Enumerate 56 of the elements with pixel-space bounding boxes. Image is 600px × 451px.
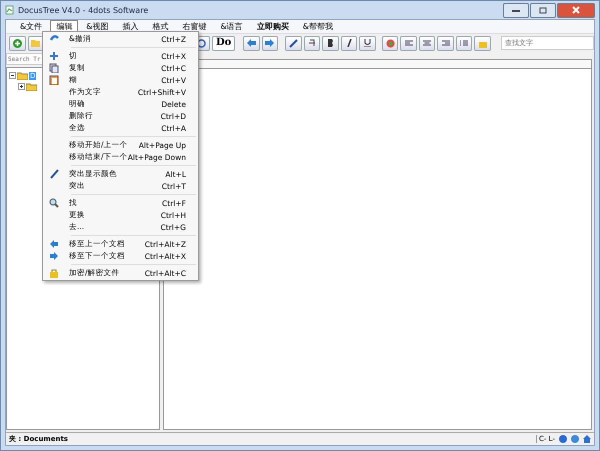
strikethrough-button[interactable] — [304, 36, 320, 50]
plus-icon — [12, 38, 22, 48]
menu-item[interactable]: 插入 — [116, 20, 144, 33]
maximize-icon — [539, 6, 547, 14]
underline-icon — [364, 39, 372, 47]
globe-icon — [571, 435, 579, 443]
copy-icon — [49, 63, 59, 73]
folder-icon — [31, 39, 40, 47]
do-button[interactable]: Do — [212, 36, 236, 50]
forward-button[interactable] — [262, 36, 278, 50]
right-arrow-icon — [265, 39, 274, 47]
window-title: DocusTree V4.0 - 4dots Software — [18, 6, 148, 14]
clipboard-icon — [49, 75, 59, 85]
collapse-toggle[interactable] — [9, 72, 16, 79]
underline-button[interactable] — [359, 36, 376, 50]
bold-button[interactable] — [322, 36, 339, 50]
align-left-button[interactable] — [400, 36, 417, 50]
list-button[interactable] — [456, 36, 472, 50]
left-arrow-icon — [246, 39, 256, 47]
close-icon — [572, 6, 580, 14]
menu-item[interactable]: &帮帮我 — [296, 20, 339, 33]
search-icon — [49, 198, 59, 208]
add-button[interactable] — [9, 36, 26, 50]
align-right-button[interactable] — [437, 36, 454, 50]
app-icon — [5, 5, 14, 15]
pen-button[interactable] — [285, 36, 302, 50]
maximize-button[interactable] — [530, 2, 556, 18]
folder-icon — [26, 82, 37, 91]
align-left-icon — [404, 40, 413, 46]
menu-item[interactable]: 格式 — [146, 20, 174, 33]
pen-icon — [288, 38, 298, 48]
home-icon — [583, 435, 591, 443]
list-icon — [460, 40, 468, 46]
align-right-icon — [442, 40, 450, 46]
menu-item[interactable]: &视图 — [80, 20, 114, 33]
italic-icon — [346, 39, 352, 47]
color-wheel-icon — [386, 38, 394, 48]
color-button[interactable] — [382, 36, 398, 50]
right-arrow-icon — [49, 251, 59, 261]
minimize-icon — [512, 8, 520, 12]
menu-item[interactable]: 右窗键 — [176, 20, 212, 33]
menu-item[interactable]: &文件 — [14, 20, 48, 33]
menu-item[interactable]: &语言 — [214, 20, 249, 33]
italic-button[interactable] — [340, 36, 358, 50]
align-center-icon — [423, 40, 432, 46]
menu-item[interactable]: 立即购买 — [250, 20, 295, 33]
back-button[interactable] — [243, 36, 260, 50]
left-arrow-icon — [49, 239, 59, 249]
pen-icon — [49, 169, 59, 179]
info-icon — [559, 435, 567, 443]
cross-icon — [49, 51, 59, 61]
expand-toggle[interactable] — [18, 83, 25, 90]
align-center-button[interactable] — [418, 36, 436, 50]
minimize-button[interactable] — [503, 2, 529, 18]
close-button[interactable] — [557, 2, 595, 18]
folder-icon — [17, 71, 28, 80]
